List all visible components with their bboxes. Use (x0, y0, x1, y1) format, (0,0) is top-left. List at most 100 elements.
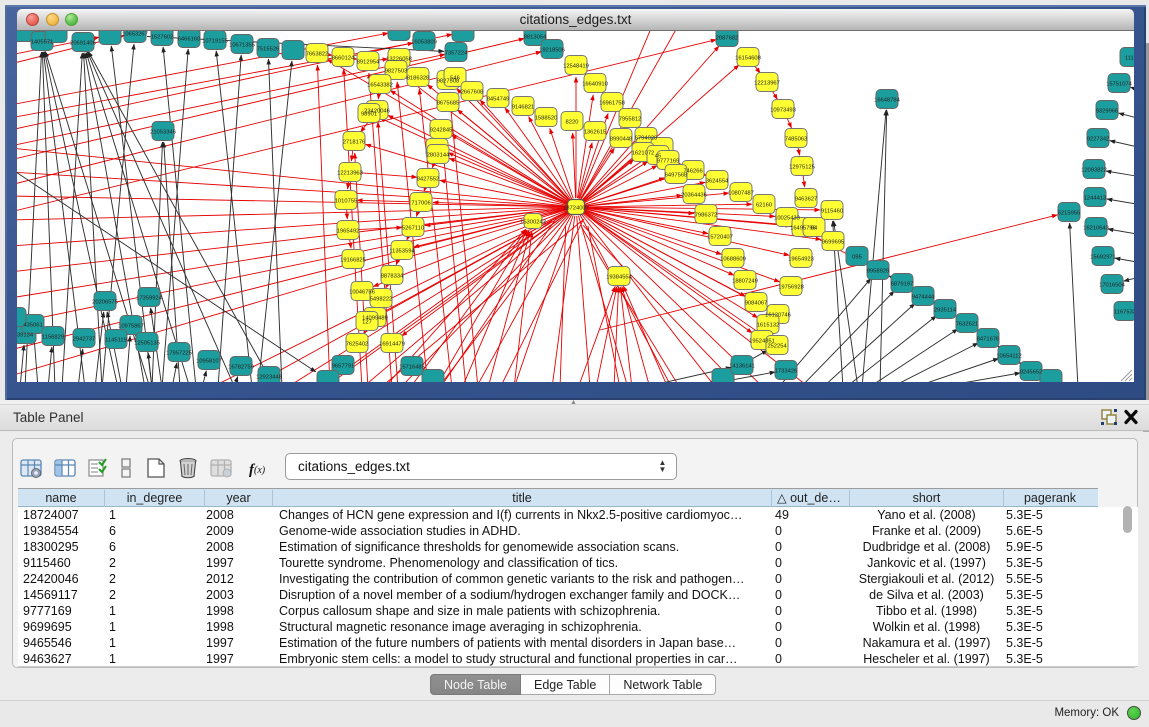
svg-text:7986372: 7986372 (695, 213, 718, 219)
svg-text:1615132: 1615132 (757, 323, 780, 329)
svg-text:2087682: 2087682 (716, 36, 739, 42)
svg-text:1244413: 1244413 (1084, 196, 1107, 202)
svg-text:16154608: 16154608 (735, 56, 761, 62)
svg-text:17359924: 17359924 (136, 296, 163, 302)
svg-text:5267110: 5267110 (402, 226, 424, 232)
svg-text:1167533: 1167533 (1114, 310, 1134, 316)
svg-text:16961758: 16961758 (599, 101, 625, 107)
svg-text:1145119: 1145119 (105, 338, 127, 344)
svg-text:7955812: 7955812 (619, 117, 642, 123)
svg-text:7625402: 7625402 (346, 342, 369, 348)
svg-text:1621072: 1621072 (632, 151, 655, 157)
svg-text:5498222: 5498222 (370, 297, 393, 303)
svg-text:7663822: 7663822 (306, 52, 329, 58)
svg-text:7485063: 7485063 (785, 137, 808, 143)
svg-text:19166825: 19166825 (340, 258, 366, 264)
svg-text:64: 64 (811, 226, 818, 232)
svg-text:8220: 8220 (566, 120, 579, 126)
svg-text:12505135: 12505135 (134, 341, 160, 347)
svg-text:8427552: 8427552 (417, 177, 440, 183)
svg-text:2803144: 2803144 (427, 153, 450, 159)
svg-text:15716485: 15716485 (399, 365, 425, 371)
svg-text:8958929: 8958929 (867, 269, 890, 275)
svg-text:10671355: 10671355 (229, 43, 255, 49)
svg-text:2718176: 2718176 (343, 140, 366, 146)
svg-text:98901: 98901 (361, 112, 377, 118)
svg-text:10653267: 10653267 (122, 32, 148, 38)
svg-text:2942737: 2942737 (73, 337, 96, 343)
svg-text:8878334: 8878334 (381, 274, 404, 280)
svg-text:6497568: 6497568 (665, 173, 688, 179)
svg-text:8675685: 8675685 (437, 101, 460, 107)
svg-text:9329966: 9329966 (1096, 109, 1119, 115)
svg-text:15751074: 15751074 (1106, 82, 1133, 88)
svg-text:8471676: 8471676 (977, 337, 1000, 343)
svg-text:9146821: 9146821 (512, 105, 535, 111)
svg-text:19654923: 19654923 (788, 257, 814, 263)
svg-text:7632621: 7632621 (956, 322, 979, 328)
svg-text:12093822: 12093822 (1081, 168, 1107, 174)
svg-text:6879197: 6879197 (891, 282, 914, 288)
svg-text:14136141: 14136141 (729, 364, 755, 370)
svg-text:16782759: 16782759 (228, 365, 254, 371)
svg-text:12213963: 12213963 (337, 171, 363, 177)
svg-text:9242845: 9242845 (430, 128, 453, 134)
svg-text:1588520: 1588520 (535, 116, 558, 122)
svg-text:16120746: 16120746 (765, 313, 791, 319)
svg-text:39134: 39134 (17, 333, 34, 339)
svg-text:19384554: 19384554 (606, 275, 633, 281)
svg-text:11353594: 11353594 (389, 249, 415, 255)
svg-text:8186328: 8186328 (407, 76, 430, 82)
svg-text:15692971: 15692971 (1090, 255, 1116, 261)
svg-text:546: 546 (450, 76, 460, 82)
svg-text:8660124: 8660124 (332, 56, 355, 62)
svg-text:21053346: 21053346 (150, 130, 176, 136)
svg-text:8912954: 8912954 (357, 60, 380, 66)
svg-text:16648784: 16648784 (874, 98, 901, 104)
svg-text:127: 127 (362, 320, 372, 326)
svg-text:20691406: 20691406 (70, 41, 96, 47)
svg-text:10046756: 10046756 (349, 290, 375, 296)
svg-text:16914479: 16914479 (379, 342, 405, 348)
svg-text:10958107: 10958107 (196, 359, 222, 365)
svg-text:6794028: 6794028 (635, 136, 658, 142)
svg-text:15720407: 15720407 (707, 235, 733, 241)
svg-text:20364436: 20364436 (681, 193, 707, 199)
svg-text:13226058: 13226058 (386, 57, 412, 63)
svg-text:9777169: 9777169 (657, 159, 680, 165)
svg-text:252254: 252254 (767, 344, 787, 350)
svg-text:12548419: 12548419 (563, 64, 589, 70)
svg-text:8454749: 8454749 (487, 97, 510, 103)
svg-text:9699695: 9699695 (822, 240, 845, 246)
svg-text:18807249: 18807249 (732, 279, 758, 285)
svg-text:19756928: 19756928 (778, 285, 804, 291)
svg-text:10807487: 10807487 (728, 191, 754, 197)
svg-text:10654112: 10654112 (996, 354, 1021, 360)
svg-text:095: 095 (852, 255, 862, 261)
svg-text:8813054: 8813054 (524, 35, 547, 41)
svg-text:1733426: 1733426 (775, 369, 798, 375)
svg-text:15300243: 15300243 (520, 220, 546, 226)
svg-text:9827503: 9827503 (385, 69, 408, 75)
svg-text:12975125: 12975125 (789, 165, 815, 171)
svg-text:62160: 62160 (756, 203, 772, 209)
svg-text:10975867: 10975867 (118, 324, 144, 330)
svg-text:16210643: 16210643 (1083, 226, 1109, 232)
svg-text:3624554: 3624554 (706, 179, 729, 185)
svg-text:435061: 435061 (23, 323, 42, 329)
svg-text:1362615: 1362615 (584, 130, 607, 136)
svg-text:10688609: 10688609 (720, 257, 746, 263)
svg-text:6466160: 6466160 (178, 37, 201, 43)
svg-text:9474444: 9474444 (912, 295, 935, 301)
svg-text:12213967: 12213967 (754, 81, 780, 87)
svg-text:16543382: 16543382 (367, 83, 393, 89)
svg-text:10973493: 10973493 (770, 108, 796, 114)
svg-text:16640910: 16640910 (582, 82, 608, 88)
svg-text:717006: 717006 (411, 201, 430, 207)
svg-text:8990448: 8990448 (610, 137, 633, 143)
svg-text:9084067: 9084067 (745, 301, 768, 307)
svg-text:19218506: 19218506 (539, 48, 565, 54)
svg-text:9463627: 9463627 (795, 197, 818, 203)
svg-text:1527602: 1527602 (151, 35, 174, 41)
svg-text:10719155: 10719155 (202, 39, 228, 45)
